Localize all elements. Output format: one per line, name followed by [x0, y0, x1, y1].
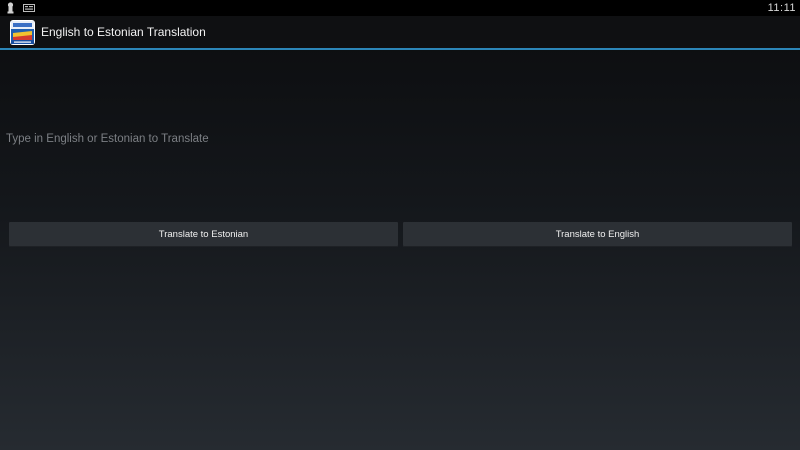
action-bar: English to Estonian Translation: [0, 16, 800, 50]
translate-to-english-button[interactable]: Translate to English: [403, 222, 792, 247]
usb-debug-icon: [6, 2, 15, 14]
app-screen: 11:11 English to Estonian Translation Tr…: [0, 0, 800, 450]
translation-input[interactable]: [6, 128, 794, 150]
notification-icon: [23, 2, 35, 14]
translate-to-estonian-button[interactable]: Translate to Estonian: [9, 222, 398, 247]
status-icons: [0, 0, 35, 16]
app-flag-icon[interactable]: [10, 20, 35, 45]
page-title: English to Estonian Translation: [41, 25, 206, 39]
status-time: 11:11: [767, 2, 796, 14]
status-bar: 11:11: [0, 0, 800, 16]
